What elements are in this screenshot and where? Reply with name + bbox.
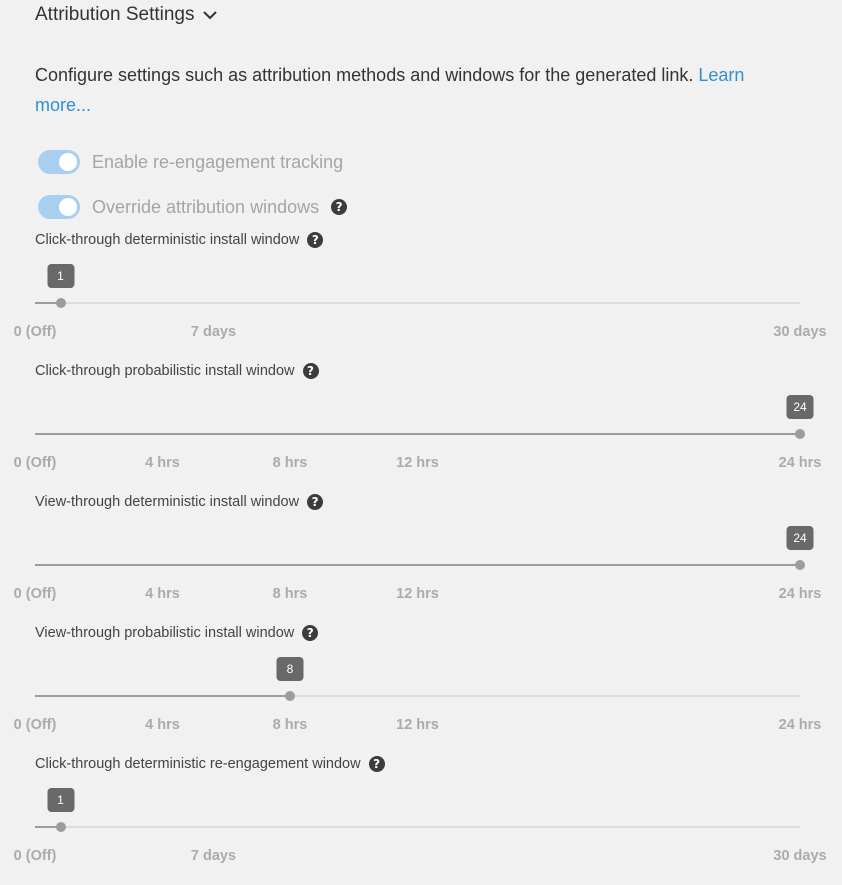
- slider-handle[interactable]: [795, 560, 805, 570]
- attribution-settings-header[interactable]: Attribution Settings: [35, 4, 218, 26]
- help-icon[interactable]: ?: [331, 199, 348, 215]
- slider-value-tooltip: 24: [786, 395, 814, 419]
- description-text: Configure settings such as attribution m…: [35, 65, 699, 85]
- slider-tick-label: 12 hrs: [396, 455, 439, 471]
- slider-label: Click-through deterministic install wind…: [35, 232, 324, 248]
- slider-tick-label: 0 (Off): [13, 717, 57, 733]
- slider-label: View-through probabilistic install windo…: [35, 625, 319, 641]
- slider-label-text: View-through probabilistic install windo…: [35, 625, 295, 641]
- slider-tick-label: 0 (Off): [13, 586, 57, 602]
- help-icon[interactable]: ?: [307, 232, 324, 248]
- slider-label: Click-through deterministic re-engagemen…: [35, 756, 385, 772]
- slider-tick-label: 0 (Off): [13, 324, 57, 340]
- slider-value-tooltip: 24: [786, 526, 814, 550]
- slider-track[interactable]: [35, 298, 800, 308]
- slider-track[interactable]: [35, 429, 805, 439]
- help-icon[interactable]: ?: [307, 494, 324, 510]
- slider-tick-label: 0 (Off): [13, 848, 57, 864]
- slider-label-text: Click-through deterministic re-engagemen…: [35, 756, 361, 772]
- slider-fill: [35, 695, 290, 697]
- slider-tick-label: 8 hrs: [272, 717, 308, 733]
- slider-handle[interactable]: [285, 691, 295, 701]
- override-windows-toggle-row: Override attribution windows ?: [38, 195, 348, 219]
- slider-tick-label: 7 days: [190, 324, 237, 340]
- reengagement-toggle[interactable]: [38, 150, 80, 174]
- slider-handle[interactable]: [55, 822, 66, 832]
- slider-tick-label: 4 hrs: [145, 586, 180, 602]
- slider-track[interactable]: [35, 691, 800, 701]
- slider-track[interactable]: [35, 822, 800, 832]
- slider-tick-label: 4 hrs: [145, 455, 180, 471]
- slider-handle[interactable]: [795, 429, 805, 439]
- slider-fill: [35, 433, 800, 435]
- slider-label-text: Click-through probabilistic install wind…: [35, 363, 295, 379]
- slider-value-tooltip: 1: [47, 788, 74, 812]
- slider-tick-label: 8 hrs: [272, 586, 308, 602]
- slider-label: View-through deterministic install windo…: [35, 494, 324, 510]
- slider-tick-label: 7 days: [190, 848, 237, 864]
- reengagement-toggle-row: Enable re-engagement tracking: [38, 150, 343, 174]
- slider-tick-label: 24 hrs: [778, 455, 822, 471]
- slider-track[interactable]: [35, 560, 805, 570]
- slider-label: Click-through probabilistic install wind…: [35, 363, 319, 379]
- slider-tick-label: 24 hrs: [778, 586, 822, 602]
- slider-label-text: Click-through deterministic install wind…: [35, 232, 300, 248]
- slider-tick-label: 8 hrs: [272, 455, 308, 471]
- chevron-down-icon: [203, 11, 218, 20]
- section-description: Configure settings such as attribution m…: [35, 60, 795, 120]
- slider-tick-label: 24 hrs: [778, 717, 822, 733]
- slider-fill: [35, 564, 800, 566]
- slider-value-tooltip: 8: [276, 657, 304, 681]
- toggle-label: Override attribution windows: [92, 196, 320, 217]
- section-title: Attribution Settings: [35, 4, 195, 25]
- slider-value-tooltip: 1: [47, 264, 74, 288]
- slider-tick-label: 0 (Off): [13, 455, 57, 471]
- help-icon[interactable]: ?: [302, 625, 319, 641]
- slider-tick-label: 12 hrs: [396, 586, 439, 602]
- slider-tick-label: 4 hrs: [145, 717, 180, 733]
- help-icon[interactable]: ?: [368, 756, 385, 772]
- override-windows-toggle[interactable]: [38, 195, 80, 219]
- help-icon[interactable]: ?: [302, 363, 319, 379]
- toggle-label: Enable re-engagement tracking: [92, 151, 344, 172]
- slider-tick-label: 30 days: [773, 848, 827, 864]
- slider-handle[interactable]: [55, 298, 66, 308]
- slider-tick-label: 30 days: [773, 324, 827, 340]
- slider-tick-label: 12 hrs: [396, 717, 439, 733]
- slider-label-text: View-through deterministic install windo…: [35, 494, 300, 510]
